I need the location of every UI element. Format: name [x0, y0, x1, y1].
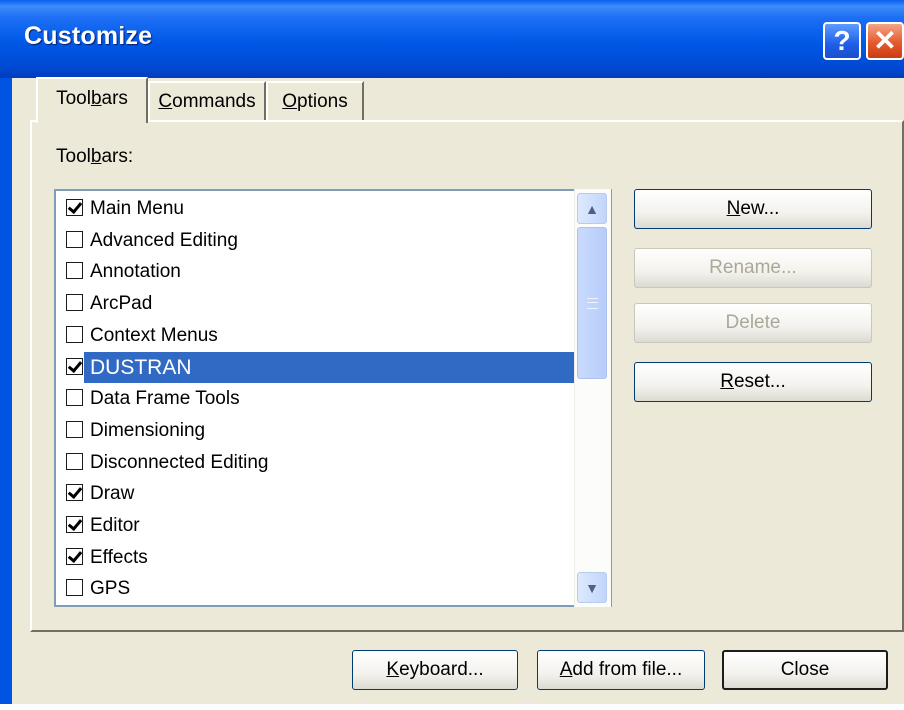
- close-button[interactable]: Close: [722, 650, 888, 690]
- scroll-up-button[interactable]: ▲: [577, 193, 607, 224]
- listbox-scrollbar[interactable]: ▲ ▼: [574, 189, 611, 607]
- grip-icon: [587, 298, 598, 309]
- toolbars-list-label: Toolbars:: [56, 146, 134, 167]
- toolbar-checkbox[interactable]: [66, 294, 83, 312]
- toolbar-checkbox[interactable]: [66, 579, 83, 597]
- delete-button[interactable]: Delete: [634, 303, 872, 343]
- toolbar-checkbox[interactable]: [66, 262, 83, 280]
- toolbar-item-label: Annotation: [90, 261, 181, 283]
- tab-options[interactable]: Options: [266, 81, 364, 120]
- tab-commands[interactable]: Commands: [148, 81, 266, 120]
- close-icon: ✕: [873, 25, 897, 56]
- close-window-button[interactable]: ✕: [866, 22, 904, 60]
- title-bar[interactable]: Customize ? ✕: [0, 0, 904, 78]
- toolbar-item-label: Effects: [90, 546, 148, 568]
- new-button[interactable]: New...: [634, 189, 872, 229]
- toolbar-checkbox[interactable]: [66, 325, 83, 343]
- toolbar-item-label: Context Menus: [90, 324, 218, 346]
- toolbar-checkbox[interactable]: [66, 357, 83, 375]
- chevron-down-icon: ▼: [585, 580, 599, 596]
- help-button[interactable]: ?: [823, 22, 861, 60]
- reset-button[interactable]: Reset...: [634, 362, 872, 402]
- toolbar-item-label: Main Menu: [90, 198, 184, 219]
- toolbar-checkbox[interactable]: [66, 230, 83, 248]
- add-from-file-button[interactable]: Add from file...: [537, 650, 705, 690]
- tab-toolbars[interactable]: Toolbars: [36, 77, 148, 123]
- chevron-up-icon: ▲: [585, 201, 599, 217]
- toolbar-item-label: Draw: [90, 483, 135, 505]
- toolbar-checkbox[interactable]: [66, 420, 83, 438]
- toolbar-checkbox[interactable]: [66, 199, 83, 216]
- toolbar-item-label: Editor: [90, 515, 140, 536]
- keyboard-button[interactable]: Keyboard...: [352, 650, 518, 690]
- toolbar-item-label: Advanced Editing: [90, 229, 238, 251]
- toolbar-item-label: ArcPad: [90, 293, 153, 315]
- toolbar-checkbox[interactable]: [66, 484, 83, 502]
- toolbar-item-label: Disconnected Editing: [90, 451, 269, 473]
- toolbar-item-label: Data Frame Tools: [90, 388, 240, 410]
- help-icon: ?: [833, 25, 851, 56]
- toolbar-checkbox[interactable]: [66, 452, 83, 470]
- toolbar-item-label: DUSTRAN: [90, 355, 192, 379]
- toolbar-checkbox[interactable]: [66, 547, 83, 565]
- toolbar-item-label: GPS: [90, 578, 131, 600]
- scroll-thumb[interactable]: [577, 227, 607, 379]
- rename-button[interactable]: Rename...: [634, 248, 872, 288]
- toolbar-checkbox[interactable]: [66, 389, 83, 407]
- toolbar-item-label: Dimensioning: [90, 419, 206, 441]
- toolbar-checkbox[interactable]: [66, 516, 83, 533]
- scroll-down-button[interactable]: ▼: [577, 572, 607, 603]
- window-title: Customize: [24, 22, 153, 50]
- toolbars-listbox[interactable]: Main Menu Advanced Editing Annotation ArcPa…: [54, 189, 612, 607]
